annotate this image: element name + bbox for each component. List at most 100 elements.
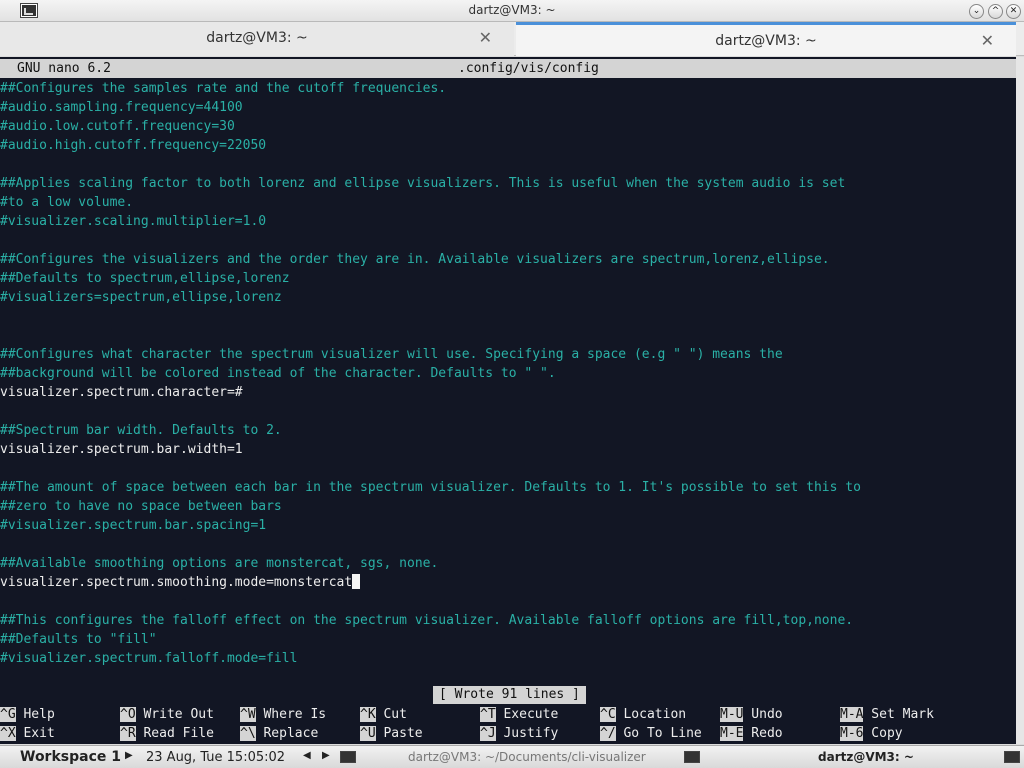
shortcut-label: Paste [375,726,423,741]
shortcut-key: ^X [0,726,16,741]
comment-line: ##Configures the samples rate and the cu… [0,81,447,96]
shortcut-key: ^C [600,707,616,722]
shortcut-replace[interactable]: ^\ Replace [240,724,318,743]
shortcut-exit[interactable]: ^X Exit [0,724,55,743]
shortcut-label: Copy [863,726,903,741]
terminal-icon [684,751,700,763]
terminal-icon [340,751,356,763]
shortcut-label: Set Mark [863,707,934,722]
shortcut-key: ^U [360,726,376,741]
shortcut-set-mark[interactable]: M-A Set Mark [840,705,934,724]
scrollbar[interactable] [1016,57,1024,744]
setting-line: visualizer.spectrum.bar.width=1 [0,442,243,457]
shortcut-label: Cut [375,707,407,722]
window-title: dartz@VM3: ~ [468,3,556,17]
workspace-next-icon[interactable]: ▶ [125,750,133,761]
nano-filename: .config/vis/config [458,61,599,76]
shortcut-write-out[interactable]: ^O Write Out [120,705,214,724]
shortcut-key: M-6 [840,726,864,741]
nano-header: GNU nano 6.2 .config/vis/config [0,59,1016,78]
bottom-panel: Workspace 1 ▶ 23 Aug, Tue 15:05:02 ◀ ▶ d… [0,745,1024,768]
shortcut-undo[interactable]: M-U Undo [720,705,783,724]
shortcut-where-is[interactable]: ^W Where Is [240,705,326,724]
comment-line: #visualizer.spectrum.falloff.mode=fill [0,651,298,666]
tab-terminal-2[interactable]: dartz@VM3: ~ ✕ [516,22,1016,56]
shortcut-execute[interactable]: ^T Execute [480,705,558,724]
shortcut-label: Write Out [135,707,214,722]
close-icon[interactable]: ✕ [479,28,492,47]
shortcut-read-file[interactable]: ^R Read File [120,724,214,743]
comment-line: #to a low volume. [0,195,134,210]
terminal-area[interactable]: GNU nano 6.2 .config/vis/config ##Config… [0,57,1016,744]
taskbar-item-cli-visualizer[interactable]: dartz@VM3: ~/Documents/cli-visualizer [408,750,646,764]
tab-terminal-1[interactable]: dartz@VM3: ~ ✕ [0,22,514,56]
comment-line: ##This configures the falloff effect on … [0,613,854,628]
maximize-icon[interactable]: ^ [988,4,1003,19]
comment-line: #visualizer.spectrum.bar.spacing=1 [0,518,267,533]
taskbar-item-home[interactable]: dartz@VM3: ~ [818,750,914,764]
shortcut-key: ^G [0,707,16,722]
setting-line: visualizer.spectrum.smoothing.mode=monst… [0,573,1016,592]
terminal-icon [1004,751,1020,763]
shortcut-help[interactable]: ^G Help [0,705,55,724]
shortcut-label: Undo [743,707,783,722]
comment-line: ##Configures what character the spectrum… [0,347,783,362]
status-message: [ Wrote 91 lines ] [433,686,586,704]
shortcut-label: Location [615,707,687,722]
setting-line: visualizer.spectrum.character=# [0,385,243,400]
shortcut-location[interactable]: ^C Location [600,705,686,724]
shortcut-label: Replace [255,726,319,741]
clock[interactable]: 23 Aug, Tue 15:05:02 [146,750,285,765]
comment-line: ##Available smoothing options are monste… [0,556,439,571]
shortcut-label: Go To Line [615,726,702,741]
comment-line: #audio.sampling.frequency=44100 [0,100,243,115]
close-icon[interactable]: ✕ [981,31,994,50]
arrow-left-icon[interactable]: ◀ [303,750,311,761]
shortcut-key: ^O [120,707,136,722]
comment-line: ##background will be colored instead of … [0,366,556,381]
text-cursor [352,574,361,589]
shortcut-copy[interactable]: M-6 Copy [840,724,903,743]
shortcut-cut[interactable]: ^K Cut [360,705,407,724]
comment-line: ##Defaults to "fill" [0,632,157,647]
comment-line: ##The amount of space between each bar i… [0,480,861,495]
comment-line: ##Spectrum bar width. Defaults to 2. [0,423,282,438]
arrow-right-icon[interactable]: ▶ [322,750,330,761]
comment-line: #audio.high.cutoff.frequency=22050 [0,138,267,153]
shortcut-redo[interactable]: M-E Redo [720,724,783,743]
tab-bar: dartz@VM3: ~ ✕ dartz@VM3: ~ ✕ [0,22,1024,56]
close-icon[interactable]: ✕ [1006,4,1021,19]
shortcut-key: M-A [840,707,864,722]
shortcut-go-to-line[interactable]: ^/ Go To Line [600,724,702,743]
comment-line: ##Defaults to spectrum,ellipse,lorenz [0,271,290,286]
comment-line: #visualizer.scaling.multiplier=1.0 [0,214,267,229]
comment-line: ##zero to have no space between bars [0,499,282,514]
shortcut-label: Execute [495,707,559,722]
editor-content[interactable]: ##Configures the samples rate and the cu… [0,79,1016,668]
shortcut-paste[interactable]: ^U Paste [360,724,423,743]
shortcut-label: Redo [743,726,783,741]
shortcut-label: Help [15,707,55,722]
shortcut-key: ^/ [600,726,616,741]
workspace-switcher[interactable]: Workspace 1 [20,749,121,765]
shortcut-key: ^\ [240,726,256,741]
shortcut-label: Where Is [255,707,327,722]
collapse-icon[interactable]: ⌄ [969,4,984,19]
shortcut-key: M-U [720,707,744,722]
tab-label: dartz@VM3: ~ [206,30,308,46]
shortcut-key: ^W [240,707,256,722]
shortcut-key: ^J [480,726,496,741]
tab-label: dartz@VM3: ~ [715,33,817,49]
shortcut-key: ^R [120,726,136,741]
comment-line: ##Applies scaling factor to both lorenz … [0,176,846,191]
shortcut-key: M-E [720,726,744,741]
shortcut-justify[interactable]: ^J Justify [480,724,558,743]
comment-line: #visualizers=spectrum,ellipse,lorenz [0,290,282,305]
comment-line: #audio.low.cutoff.frequency=30 [0,119,235,134]
